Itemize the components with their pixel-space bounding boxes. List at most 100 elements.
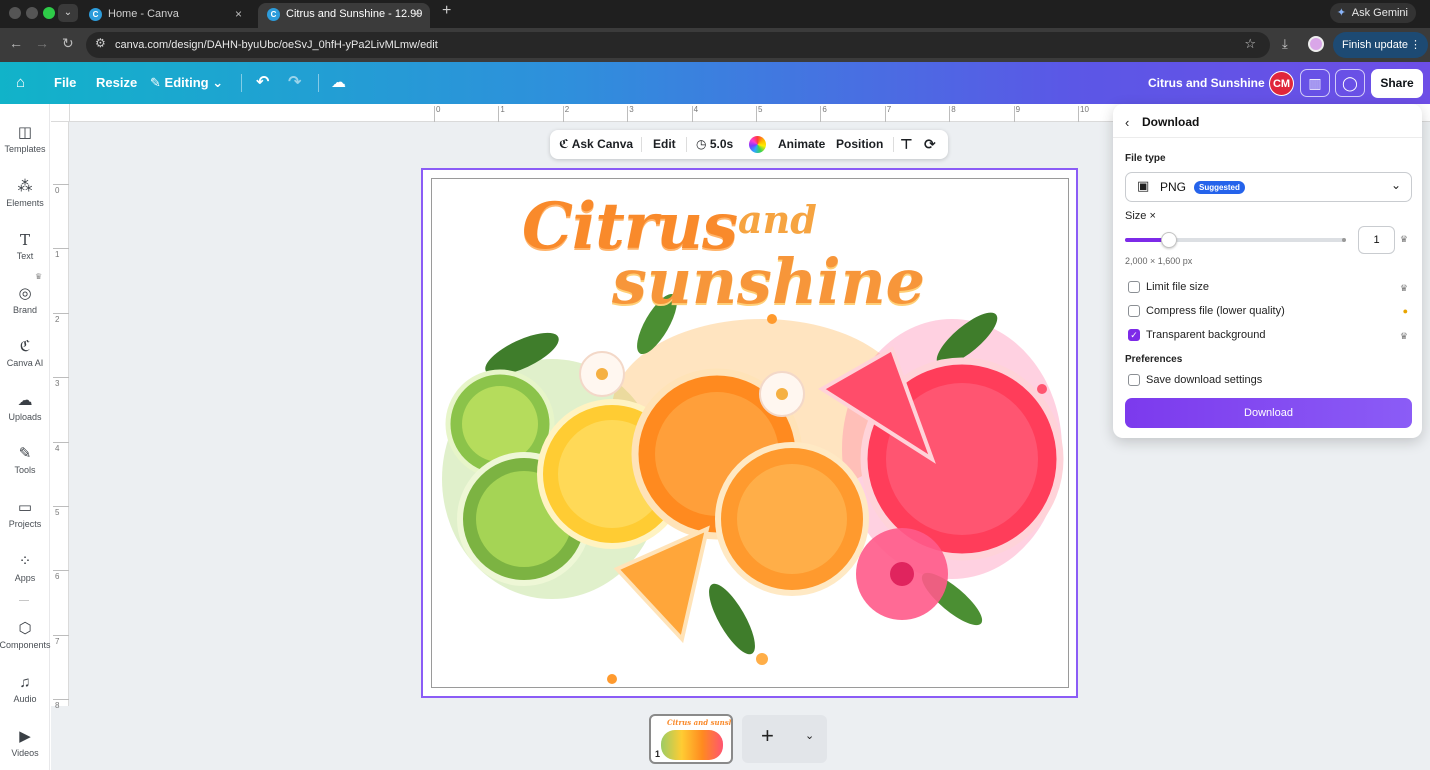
ruler-left-number: 1 [55, 250, 60, 260]
canva-favicon-icon: C [89, 8, 102, 21]
rail-item-projects[interactable]: ▭ Projects [0, 497, 50, 529]
site-settings-icon[interactable]: ⚙ [95, 36, 106, 50]
crown-icon: ♛ [1399, 331, 1408, 341]
tab-citrus-design[interactable]: C Citrus and Sunshine - 12.99 × [258, 3, 430, 28]
canva-ai-icon: ℭ [19, 338, 31, 355]
ruler-top-number: 7 [886, 105, 892, 114]
resize-button[interactable]: Resize [96, 62, 137, 104]
rail-item-components[interactable]: ⬡ Components [0, 618, 51, 650]
size-slider[interactable] [1125, 232, 1345, 248]
ask-canva-label: Ask Canva [571, 137, 634, 151]
edit-button[interactable]: Edit [653, 130, 676, 159]
templates-icon: ◫ [17, 124, 33, 141]
rail-label: Templates [4, 144, 46, 154]
compress-file-checkbox[interactable] [1128, 305, 1140, 317]
transparent-background-checkbox[interactable]: ✓ [1128, 329, 1140, 341]
insights-chart-icon[interactable]: ▥ [1300, 69, 1330, 97]
ruler-tick [53, 506, 69, 507]
rail-item-templates[interactable]: ◫ Templates [0, 122, 50, 154]
comment-icon[interactable]: ◯ [1335, 69, 1365, 97]
ruler-top-number: 8 [951, 105, 956, 114]
limit-file-size-checkbox[interactable] [1128, 281, 1140, 293]
more-menu-icon[interactable]: ⋮ [1410, 32, 1421, 58]
home-icon[interactable]: ⌂ [16, 62, 25, 104]
file-type-select[interactable]: ▣ PNG Suggested ⌄ [1125, 172, 1412, 202]
new-tab-icon[interactable]: + [442, 2, 451, 20]
forward-arrow-icon[interactable]: → [35, 35, 49, 51]
duration-button[interactable]: ◷ 5.0s [696, 130, 733, 159]
projects-icon: ▭ [17, 499, 33, 516]
document-title[interactable]: Citrus and Sunshine [1148, 62, 1265, 104]
thumbnail-title: Citrus and sunshine [667, 718, 731, 727]
save-settings-checkbox[interactable] [1128, 374, 1140, 386]
rail-item-apps[interactable]: ⁘ Apps [0, 551, 50, 583]
profile-avatar[interactable] [1308, 36, 1324, 52]
back-arrow-icon[interactable]: ← [9, 35, 23, 51]
ruler-tick [1013, 106, 1015, 122]
rail-item-tools[interactable]: ✎ Tools [0, 443, 50, 475]
ruler-tick [1078, 106, 1079, 122]
add-page-button[interactable]: + ⌄ [742, 715, 827, 763]
back-chevron-icon[interactable]: ‹ [1125, 115, 1129, 130]
artwork-title-and[interactable]: and [738, 197, 817, 242]
rail-label: Elements [6, 198, 44, 208]
size-slider-handle[interactable] [1161, 232, 1177, 248]
tab-search-icon[interactable]: ⌄ [58, 4, 78, 22]
redo-icon[interactable]: ↷ [288, 62, 301, 104]
url-field[interactable]: ⚙ canva.com/design/DAHN-byuUbc/oeSvJ_0hf… [86, 32, 1270, 58]
undo-icon[interactable]: ↶ [256, 62, 269, 104]
preferences-label: Preferences [1125, 354, 1183, 365]
editing-mode-button[interactable]: ✎ Editing ⌄ [150, 62, 223, 104]
download-button[interactable]: Download [1125, 398, 1412, 428]
download-panel-title: Download [1142, 115, 1200, 129]
finish-update-button[interactable]: Finish update ⋮ [1333, 32, 1429, 58]
minimize-window-icon[interactable] [26, 7, 38, 19]
size-multiplier-input[interactable]: 1 [1358, 226, 1395, 254]
animate-button[interactable]: Animate [778, 130, 825, 159]
tab-home-canva[interactable]: C Home - Canva × [80, 3, 252, 28]
rail-item-text[interactable]: T Text [0, 229, 50, 261]
rail-label: Tools [14, 465, 36, 475]
design-page[interactable]: Citrus and sunshine [431, 178, 1069, 688]
rail-item-audio[interactable]: ♫ Audio [0, 672, 50, 704]
ruler-top-number: 1 [500, 105, 505, 114]
file-type-label: File type [1125, 153, 1166, 164]
cloud-saved-icon[interactable]: ☁ [331, 62, 346, 104]
suggested-badge: Suggested [1194, 181, 1245, 194]
reload-icon[interactable]: ↻ [62, 35, 74, 52]
rail-item-elements[interactable]: ⁂ Elements [0, 176, 50, 208]
toolbar-divider [893, 137, 894, 152]
close-tab-icon[interactable]: × [235, 3, 242, 25]
chevron-down-icon[interactable]: ⌄ [805, 729, 814, 742]
thumbnail-fruit [661, 730, 723, 760]
rail-item-videos[interactable]: ▶ Videos [0, 726, 50, 758]
artwork-title-sunshine[interactable]: sunshine [612, 245, 925, 318]
user-avatar[interactable]: CM [1269, 71, 1294, 96]
rail-item-canva-ai[interactable]: ℭ Canva AI [0, 336, 50, 368]
page-thumbnail[interactable]: Citrus and sunshine 1 [649, 714, 733, 764]
bookmark-star-icon[interactable]: ☆ [1244, 36, 1256, 52]
premium-coin-icon: ● [1402, 306, 1408, 316]
toolbar-divider [641, 137, 642, 152]
file-menu-button[interactable]: File [54, 62, 76, 104]
elements-icon: ⁂ [17, 178, 33, 195]
editor-header: ⌂ File Resize ✎ Editing ⌄ ↶ ↷ ☁ Citrus a… [0, 62, 1430, 104]
rail-item-uploads[interactable]: ☁ Uploads [0, 390, 50, 422]
position-button[interactable]: Position [836, 130, 883, 159]
crown-icon: ♛ [1399, 234, 1408, 244]
ask-gemini-button[interactable]: ✦ Ask Gemini [1329, 3, 1416, 23]
ruler-tick [627, 106, 629, 122]
ask-canva-button[interactable]: ℭ Ask Canva [559, 130, 633, 159]
maximize-window-icon[interactable] [43, 7, 55, 19]
downloads-icon[interactable]: ⤓ [1282, 36, 1288, 52]
close-tab-icon[interactable]: × [413, 3, 420, 25]
share-button[interactable]: Share [1371, 69, 1423, 98]
ruler-tick [498, 106, 500, 122]
close-window-icon[interactable] [9, 7, 21, 19]
rail-item-brand[interactable]: ◎ Brand [0, 283, 50, 315]
add-comment-icon[interactable]: ⟳ [924, 130, 936, 159]
leaf [709, 583, 755, 655]
color-picker-icon[interactable] [749, 136, 766, 153]
toolbar-divider [686, 137, 687, 152]
paint-roller-icon[interactable]: ⊤ [900, 130, 913, 159]
